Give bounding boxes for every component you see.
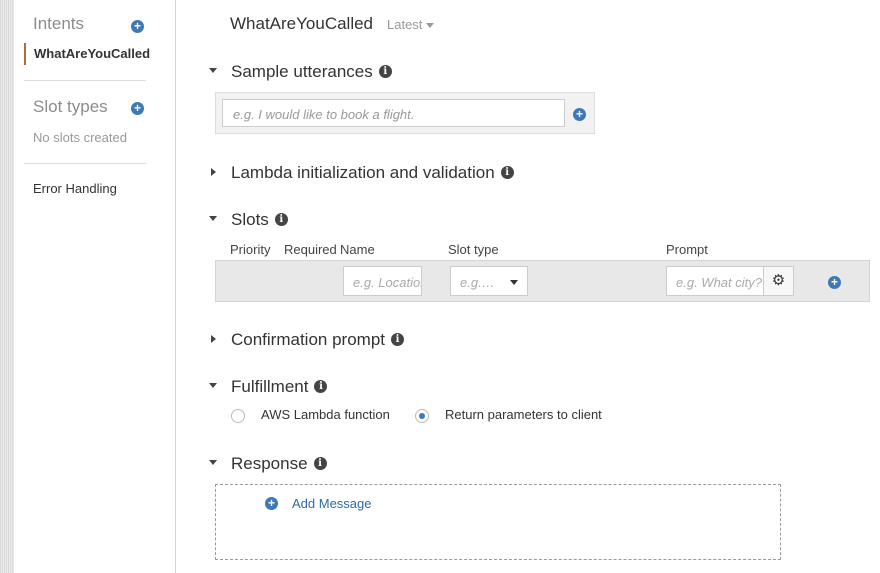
info-icon[interactable]: i <box>313 457 327 471</box>
response-header[interactable]: Response i <box>209 454 327 474</box>
info-icon[interactable]: i <box>500 166 514 180</box>
no-slots-text: No slots created <box>33 130 127 145</box>
intents-title: Intents <box>33 14 85 33</box>
confirmation-prompt-header[interactable]: Confirmation prompt i <box>209 330 405 350</box>
add-slot-icon[interactable]: + <box>828 276 841 289</box>
lambda-init-title: Lambda initialization and validation <box>231 163 495 182</box>
add-utterance-icon[interactable]: + <box>573 108 586 121</box>
add-message-link[interactable]: Add Message <box>292 496 372 511</box>
response-title: Response <box>231 454 308 473</box>
intent-editor: WhatAreYouCalled Latest Sample utterance… <box>176 0 880 573</box>
column-priority: Priority <box>230 242 271 257</box>
column-name: Name <box>340 242 375 257</box>
fulfillment-header[interactable]: Fulfillment i <box>209 377 328 397</box>
intent-title: WhatAreYouCalled <box>230 14 374 33</box>
expand-icon <box>211 334 216 343</box>
version-label: Latest <box>387 17 423 32</box>
add-message-icon[interactable]: + <box>265 497 278 510</box>
lambda-init-header[interactable]: Lambda initialization and validation i <box>209 163 514 183</box>
sidebar-item-error-handling[interactable]: Error Handling <box>33 181 117 196</box>
sidebar-divider <box>24 80 146 81</box>
chevron-down-icon <box>510 280 518 285</box>
radio-lambda[interactable] <box>231 409 245 423</box>
sample-utterances-title: Sample utterances <box>231 62 373 81</box>
collapse-icon <box>209 216 217 222</box>
sidebar-item-intent[interactable]: WhatAreYouCalled <box>24 43 174 65</box>
slot-name-input[interactable]: e.g. Location <box>343 266 422 296</box>
slots-title: Slots <box>231 210 269 229</box>
chevron-down-icon <box>426 23 435 29</box>
collapse-icon <box>209 460 217 466</box>
confirmation-prompt-title: Confirmation prompt <box>231 330 386 349</box>
collapse-icon <box>209 383 217 389</box>
add-intent-icon[interactable]: + <box>131 20 144 33</box>
info-icon[interactable]: i <box>274 213 288 227</box>
slot-type-placeholder: e.g.… <box>460 275 495 290</box>
info-icon[interactable]: i <box>378 65 392 79</box>
version-dropdown[interactable]: Latest <box>387 17 435 32</box>
radio-return-label[interactable]: Return parameters to client <box>445 407 602 422</box>
column-prompt: Prompt <box>666 242 708 257</box>
sample-utterances-header[interactable]: Sample utterances i <box>209 62 392 82</box>
fulfillment-title: Fulfillment <box>231 377 309 396</box>
radio-lambda-label[interactable]: AWS Lambda function <box>261 407 390 422</box>
column-required: Required <box>284 242 337 257</box>
slot-type-select[interactable]: e.g.… <box>450 266 528 296</box>
slots-header[interactable]: Slots i <box>209 210 288 230</box>
add-slot-type-icon[interactable]: + <box>131 102 144 115</box>
collapse-icon <box>209 68 217 74</box>
sidebar: Intents + WhatAreYouCalled Slot types + … <box>14 0 176 573</box>
slot-prompt-input[interactable]: e.g. What city? <box>666 266 764 296</box>
utterance-input[interactable]: e.g. I would like to book a flight. <box>222 99 565 127</box>
info-icon[interactable]: i <box>391 333 405 347</box>
info-icon[interactable]: i <box>314 380 328 394</box>
slot-row: e.g. Location e.g.… e.g. What city? ⚙ + <box>215 260 870 302</box>
utterance-box: e.g. I would like to book a flight. + <box>215 92 595 134</box>
radio-return-parameters[interactable] <box>415 409 429 423</box>
sidebar-divider <box>24 163 146 164</box>
slot-types-title: Slot types <box>33 97 108 116</box>
gear-icon[interactable]: ⚙ <box>763 266 794 296</box>
window-edge <box>0 0 14 573</box>
column-slot-type: Slot type <box>448 242 499 257</box>
expand-icon <box>211 167 216 176</box>
